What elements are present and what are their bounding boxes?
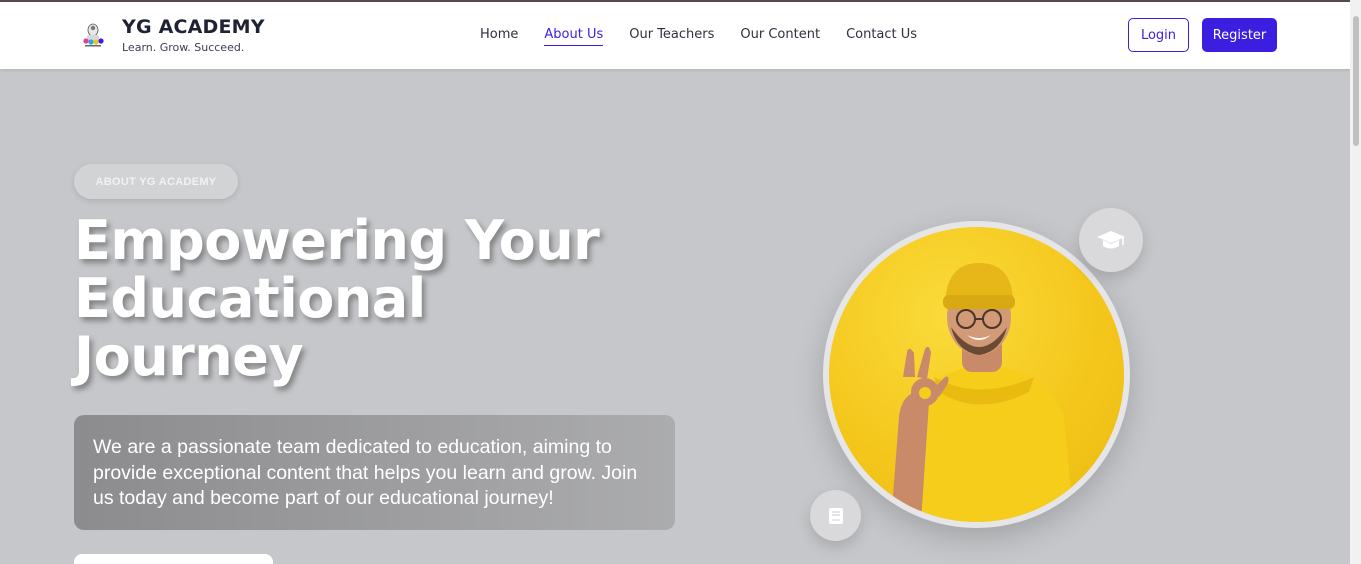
brand-tagline: Learn. Grow. Succeed.	[122, 41, 245, 54]
login-button[interactable]: Login	[1128, 18, 1189, 52]
about-pill-badge: ABOUT YG ACADEMY	[74, 164, 238, 199]
hero-title-line: Journey	[74, 325, 304, 388]
hero-cta-button[interactable]	[74, 554, 273, 564]
hero-title: Empowering Your Educational Journey	[74, 212, 694, 386]
scrollbar-thumb[interactable]	[1353, 16, 1359, 146]
nav-our-teachers[interactable]: Our Teachers	[629, 27, 714, 46]
hero-description-box: We are a passionate team dedicated to ed…	[74, 415, 675, 530]
graduation-cap-icon	[1079, 208, 1143, 272]
hero-description: We are a passionate team dedicated to ed…	[93, 436, 638, 509]
main-nav: Home About Us Our Teachers Our Content C…	[480, 27, 943, 46]
book-icon	[810, 490, 861, 541]
hero-photo-frame	[823, 221, 1130, 528]
site-header: YG ACADEMY Learn. Grow. Succeed. Home Ab…	[0, 2, 1350, 69]
register-button[interactable]: Register	[1202, 18, 1277, 52]
nav-our-content[interactable]: Our Content	[740, 27, 820, 46]
nav-home[interactable]: Home	[480, 27, 518, 46]
brand-name[interactable]: YG ACADEMY	[122, 16, 265, 38]
hero-title-line: Educational	[74, 267, 426, 330]
nav-contact-us[interactable]: Contact Us	[846, 27, 917, 46]
hero-title-line: Empowering Your	[74, 209, 600, 272]
academy-logo-icon[interactable]	[80, 21, 106, 49]
hero-photo	[829, 227, 1124, 522]
page-scrollbar[interactable]	[1350, 0, 1361, 564]
nav-about-us[interactable]: About Us	[544, 27, 604, 46]
